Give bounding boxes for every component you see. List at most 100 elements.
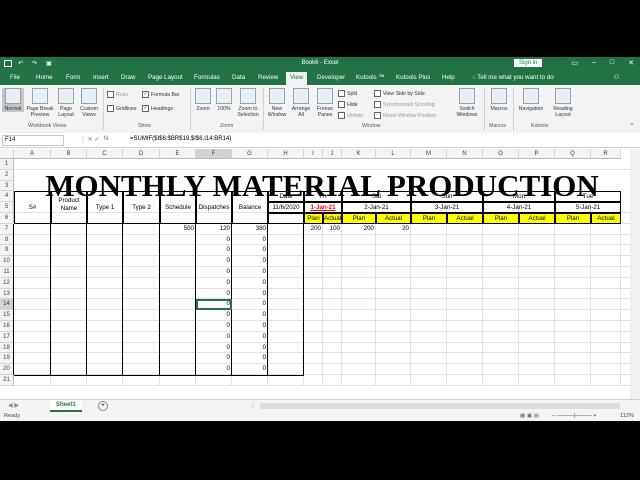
tab-formulas[interactable]: Formulas: [194, 74, 220, 81]
dispatches-value[interactable]: 0: [196, 353, 232, 364]
tab-file[interactable]: File: [10, 74, 20, 81]
cancel-enter-icons[interactable]: ⋮ ✕ ✓: [80, 136, 99, 143]
synchronous-scrolling-button[interactable]: Synchronous Scrolling: [374, 101, 435, 108]
day-name[interactable]: Sun: [411, 191, 483, 203]
balance-value[interactable]: 0: [232, 332, 268, 343]
header-schedule[interactable]: Schedule: [160, 191, 196, 224]
balance-value[interactable]: 0: [232, 310, 268, 321]
hscroll-divider-icon[interactable]: ⋮: [250, 402, 256, 409]
tab-draw[interactable]: Draw: [121, 74, 135, 81]
headings-checkbox[interactable]: ✓ Headings: [142, 105, 173, 112]
sign-in-button[interactable]: Sign in: [514, 59, 543, 67]
row-header[interactable]: 15: [0, 310, 14, 321]
dispatches-value[interactable]: 0: [196, 332, 232, 343]
reset-window-position-button[interactable]: Reset Window Position: [374, 112, 436, 119]
fri-plan-value[interactable]: 200: [304, 224, 323, 235]
column-header[interactable]: P: [519, 149, 555, 159]
day-name[interactable]: Tue: [555, 191, 621, 203]
dispatches-value[interactable]: 0: [196, 289, 232, 300]
day-date[interactable]: 1-Jan-21: [304, 202, 342, 213]
page-layout-view-button[interactable]: Page Layout: [56, 88, 76, 118]
dispatches-value[interactable]: 0: [196, 364, 232, 375]
page-break-preview-button[interactable]: Page Break Preview: [25, 88, 55, 118]
row-header[interactable]: 19: [0, 353, 14, 365]
row-header[interactable]: 2: [0, 169, 14, 181]
row-header[interactable]: 14: [0, 299, 14, 311]
plan-header[interactable]: Plan: [411, 213, 447, 224]
tab-review[interactable]: Review: [258, 74, 278, 81]
tab-form[interactable]: Form: [66, 74, 80, 81]
header-dispatches[interactable]: Dispatches: [196, 191, 232, 224]
actual-header[interactable]: Actual: [376, 213, 411, 224]
unhide-button[interactable]: Unhide: [338, 112, 363, 119]
balance-value[interactable]: 0: [232, 289, 268, 300]
balance-value[interactable]: 0: [232, 343, 268, 354]
row-header[interactable]: 11: [0, 267, 14, 278]
arrange-all-button[interactable]: Arrange All: [289, 88, 313, 118]
row-header[interactable]: 1: [0, 159, 14, 170]
sat-plan-value[interactable]: 200: [342, 224, 376, 235]
column-header[interactable]: Q: [555, 149, 591, 159]
tab-page-layout[interactable]: Page Layout: [148, 74, 183, 81]
ribbon-options-icon[interactable]: ▭: [571, 59, 578, 67]
day-name[interactable]: Mon: [483, 191, 555, 203]
freeze-panes-button[interactable]: Freeze Panes: [314, 88, 336, 118]
zoom-slider[interactable]: – ———|——— +: [552, 413, 597, 419]
day-date[interactable]: 3-Jan-21: [411, 202, 483, 213]
actual-header[interactable]: Actual: [519, 213, 555, 224]
dispatches-value[interactable]: 0: [196, 245, 232, 256]
header-type1[interactable]: Type 1: [87, 191, 123, 224]
header-sno[interactable]: S#: [14, 191, 51, 224]
dispatches-value[interactable]: 0: [196, 235, 232, 246]
worksheet-grid[interactable]: A B C D E F G H I J K L M N O P Q R 1 2 3 4 5 6 7 8 9 10 11 12 13 14 15 1…: [0, 149, 630, 399]
tab-insert[interactable]: Insert: [93, 74, 108, 81]
day-date[interactable]: 4-Jan-21: [483, 202, 555, 213]
navigation-button[interactable]: Navigation: [515, 88, 547, 112]
dispatches-value[interactable]: 0: [196, 267, 232, 278]
row-header[interactable]: 3: [0, 180, 14, 192]
hide-button[interactable]: Hide: [338, 101, 358, 108]
column-header[interactable]: R: [591, 149, 621, 159]
reading-layout-button[interactable]: Reading Layout: [549, 88, 577, 118]
column-header[interactable]: K: [342, 149, 376, 159]
normal-view-button[interactable]: Normal: [2, 88, 24, 112]
custom-views-button[interactable]: Custom Views: [77, 88, 101, 118]
header-type2[interactable]: Type 2: [123, 191, 160, 224]
column-header[interactable]: L: [376, 149, 411, 159]
tab-kutools[interactable]: Kutools ™: [356, 74, 385, 81]
row-header[interactable]: 18: [0, 342, 14, 354]
day-name[interactable]: Sat: [342, 191, 411, 203]
tab-kutools-plus[interactable]: Kutools Plus: [396, 74, 430, 81]
column-header[interactable]: H: [268, 149, 304, 159]
horizontal-scrollbar[interactable]: [260, 403, 620, 409]
row-header[interactable]: 6: [0, 213, 14, 224]
tell-me-search[interactable]: ◌ Tell me what you want to do: [472, 74, 554, 81]
balance-value[interactable]: 0: [232, 245, 268, 256]
plan-header[interactable]: Plan: [483, 213, 519, 224]
row-header[interactable]: 21: [0, 375, 14, 386]
maximize-icon[interactable]: □: [610, 59, 614, 67]
new-window-button[interactable]: New Window: [266, 88, 288, 118]
column-header[interactable]: G: [232, 149, 268, 159]
close-icon[interactable]: ✕: [628, 59, 634, 67]
plan-header[interactable]: Plan: [342, 213, 376, 224]
column-header[interactable]: I: [304, 149, 323, 159]
balance-value[interactable]: 0: [232, 256, 268, 267]
ruler-checkbox[interactable]: Ruler: [107, 91, 128, 98]
split-button[interactable]: Split: [338, 90, 357, 97]
macros-button[interactable]: Macros: [487, 88, 511, 112]
header-balance[interactable]: Balance: [232, 191, 268, 224]
actual-header[interactable]: Actual: [447, 213, 483, 224]
fri-actual-value[interactable]: 100: [323, 224, 342, 235]
row-header[interactable]: 5: [0, 202, 14, 213]
switch-windows-button[interactable]: Switch Windows: [454, 88, 480, 118]
share-icon[interactable]: ⚇: [614, 74, 620, 81]
gridlines-checkbox[interactable]: Gridlines: [107, 105, 136, 112]
tab-view[interactable]: View: [286, 72, 308, 85]
tab-home[interactable]: Home: [36, 74, 53, 81]
formula-input[interactable]: =SUMIF($I$6:$BR$19,$I$6,I14:BR14): [130, 136, 231, 142]
balance-value[interactable]: 380: [232, 224, 268, 235]
column-header[interactable]: N: [447, 149, 483, 159]
day-date[interactable]: 5-Jan-21: [555, 202, 621, 213]
tab-help[interactable]: Help: [442, 74, 455, 81]
